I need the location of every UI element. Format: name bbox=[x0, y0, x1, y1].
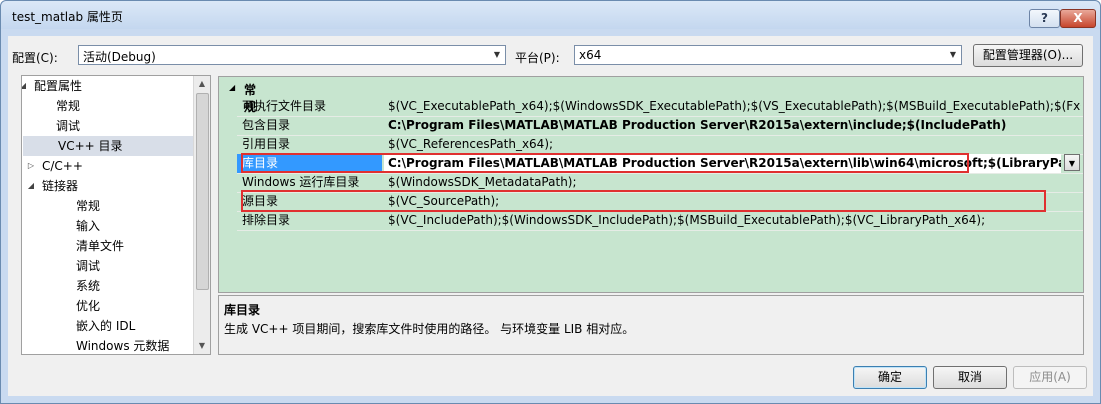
close-button[interactable]: X bbox=[1060, 9, 1096, 28]
tree-item[interactable]: 系统 bbox=[22, 276, 193, 296]
tree-item[interactable]: 调试 bbox=[22, 116, 193, 136]
tree-item-label: 链接器 bbox=[42, 179, 79, 193]
config-value: 活动(Debug) bbox=[83, 50, 156, 64]
tree-item-label: 常规 bbox=[56, 99, 81, 113]
config-manager-button[interactable]: 配置管理器(O)... bbox=[973, 44, 1083, 67]
property-pages-window: test_matlab 属性页 ? X 配置(C): 活动(Debug) ▼ 平… bbox=[0, 0, 1101, 404]
property-tree: ◢配置属性常规调试VC++ 目录▷C/C++◢链接器常规输入清单文件调试系统优化… bbox=[21, 75, 211, 355]
config-label: 配置(C): bbox=[12, 51, 58, 65]
collapse-icon[interactable]: ◢ bbox=[229, 83, 235, 92]
chevron-down-icon[interactable]: ▼ bbox=[1064, 154, 1080, 171]
property-row[interactable]: Windows 运行库目录 $(WindowsSDK_MetadataPath); bbox=[237, 173, 1083, 193]
tree-scrollbar[interactable]: ▲ ▼ bbox=[193, 76, 210, 354]
expand-icon[interactable]: ▷ bbox=[26, 156, 36, 176]
property-value: $(VC_ExecutablePath_x64);$(WindowsSDK_Ex… bbox=[388, 99, 1081, 113]
tree-item[interactable]: 常规 bbox=[22, 196, 193, 216]
description-text: 生成 VC++ 项目期间，搜索库文件时使用的路径。 与环境变量 LIB 相对应。 bbox=[224, 322, 635, 336]
property-value: C:\Program Files\MATLAB\MATLAB Productio… bbox=[388, 118, 1007, 132]
apply-button[interactable]: 应用(A) bbox=[1013, 366, 1087, 389]
property-value: $(VC_IncludePath);$(WindowsSDK_IncludePa… bbox=[388, 213, 986, 227]
tree-item-label: Windows 元数据 bbox=[76, 339, 170, 353]
tree-item-label: 优化 bbox=[76, 299, 101, 313]
description-panel: 库目录 生成 VC++ 项目期间，搜索库文件时使用的路径。 与环境变量 LIB … bbox=[218, 295, 1084, 355]
tree-item[interactable]: VC++ 目录 bbox=[23, 136, 194, 156]
property-row[interactable]: 源目录 $(VC_SourcePath); bbox=[237, 192, 1083, 212]
scroll-down-icon[interactable]: ▼ bbox=[194, 338, 210, 354]
tree-item-label: 嵌入的 IDL bbox=[76, 319, 136, 333]
help-button[interactable]: ? bbox=[1029, 9, 1060, 28]
platform-value: x64 bbox=[579, 48, 602, 62]
tree-item-label: 常规 bbox=[76, 199, 101, 213]
tree-item-label: 清单文件 bbox=[76, 239, 125, 253]
property-value: $(WindowsSDK_MetadataPath); bbox=[388, 175, 577, 189]
property-name: 排除目录 bbox=[242, 213, 291, 227]
chevron-down-icon: ▼ bbox=[493, 50, 501, 59]
property-row[interactable]: 包含目录 C:\Program Files\MATLAB\MATLAB Produ… bbox=[237, 116, 1083, 136]
tree-item-label: 调试 bbox=[56, 119, 81, 133]
tree-item-label: C/C++ bbox=[42, 159, 83, 173]
scroll-up-icon[interactable]: ▲ bbox=[194, 76, 210, 92]
tree-item-label: VC++ 目录 bbox=[58, 139, 123, 153]
property-value: $(VC_ReferencesPath_x64); bbox=[388, 137, 554, 151]
description-title: 库目录 bbox=[224, 303, 261, 317]
property-name: 可执行文件目录 bbox=[242, 99, 327, 113]
chevron-down-icon: ▼ bbox=[949, 50, 957, 59]
tree-item[interactable]: 调试 bbox=[22, 256, 193, 276]
tree-item[interactable]: 优化 bbox=[22, 296, 193, 316]
property-row[interactable]: 库目录 C:\Program Files\MATLAB\MATLAB Produc… bbox=[237, 154, 1083, 174]
property-row[interactable]: 排除目录 $(VC_IncludePath);$(WindowsSDK_Inclu… bbox=[237, 211, 1083, 231]
property-value: $(VC_SourcePath); bbox=[388, 194, 500, 208]
window-title: test_matlab 属性页 bbox=[12, 10, 123, 24]
tree-item[interactable]: ◢ 链接器 bbox=[22, 176, 193, 196]
property-grid: ◢ 常规 可执行文件目录 $(VC_ExecutablePath_x64);$(W… bbox=[218, 76, 1084, 293]
property-name: 引用目录 bbox=[242, 137, 291, 151]
title-bar[interactable]: test_matlab 属性页 ? X bbox=[1, 1, 1100, 29]
collapse-icon[interactable]: ◢ bbox=[22, 76, 28, 96]
property-name: 包含目录 bbox=[242, 118, 291, 132]
property-name: Windows 运行库目录 bbox=[242, 175, 360, 189]
collapse-icon[interactable]: ◢ bbox=[26, 176, 36, 196]
tree-item[interactable]: ◢ 配置属性 bbox=[22, 76, 193, 96]
grid-gutter bbox=[219, 77, 237, 292]
property-value[interactable]: C:\Program Files\MATLAB\MATLAB Productio… bbox=[384, 154, 1061, 173]
scroll-thumb[interactable] bbox=[196, 93, 209, 290]
platform-combo[interactable]: x64 ▼ bbox=[574, 45, 962, 65]
tree-item-label: 输入 bbox=[76, 219, 101, 233]
ok-button[interactable]: 确定 bbox=[853, 366, 927, 389]
tree-item[interactable]: 清单文件 bbox=[22, 236, 193, 256]
property-name: 库目录 bbox=[237, 154, 382, 173]
config-combo[interactable]: 活动(Debug) ▼ bbox=[78, 45, 506, 65]
tree-item-label: 配置属性 bbox=[34, 79, 83, 93]
tree-item-label: 调试 bbox=[76, 259, 101, 273]
property-name: 源目录 bbox=[242, 194, 279, 208]
tree-item-label: 系统 bbox=[76, 279, 101, 293]
property-row[interactable]: 可执行文件目录 $(VC_ExecutablePath_x64);$(Window… bbox=[237, 97, 1083, 117]
platform-label: 平台(P): bbox=[515, 51, 560, 65]
tree-item[interactable]: ▷ C/C++ bbox=[22, 156, 193, 176]
tree-item[interactable]: 常规 bbox=[22, 96, 193, 116]
cancel-button[interactable]: 取消 bbox=[933, 366, 1007, 389]
tree-item[interactable]: 输入 bbox=[22, 216, 193, 236]
tree-item[interactable]: 嵌入的 IDL bbox=[22, 316, 193, 336]
tree-item[interactable]: Windows 元数据 bbox=[22, 336, 193, 354]
property-row[interactable]: 引用目录 $(VC_ReferencesPath_x64); bbox=[237, 135, 1083, 155]
dialog-client: 配置(C): 活动(Debug) ▼ 平台(P): x64 ▼ 配置管理器(O)… bbox=[8, 36, 1093, 396]
